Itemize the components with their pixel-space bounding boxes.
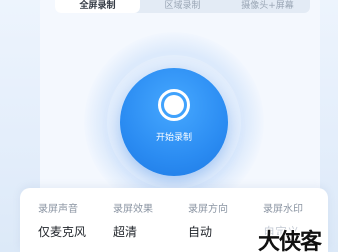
record-mode-tabs: 全屏录制 区域录制 摄像头+屏幕 bbox=[55, 0, 310, 13]
setting-orientation-value: 自动 bbox=[188, 225, 213, 239]
setting-watermark-label: 录屏水印 bbox=[263, 204, 303, 215]
setting-audio-label: 录屏声音 bbox=[38, 204, 78, 215]
watermark-logo: 大侠客 bbox=[258, 230, 322, 252]
start-record-label: 开始录制 bbox=[155, 133, 192, 143]
setting-audio-value: 仅麦克风 bbox=[38, 225, 87, 239]
setting-quality-value: 超清 bbox=[113, 225, 138, 239]
start-record-button[interactable]: 开始录制 bbox=[120, 68, 228, 176]
record-dot-icon bbox=[164, 95, 184, 115]
setting-orientation-label: 录屏方向 bbox=[188, 204, 228, 215]
setting-quality-label: 录屏效果 bbox=[113, 204, 153, 215]
tab-camera-screen[interactable]: 摄像头+屏幕 bbox=[225, 0, 310, 13]
record-icon bbox=[158, 89, 190, 121]
tab-fullscreen[interactable]: 全屏录制 bbox=[55, 0, 140, 13]
tab-region[interactable]: 区域录制 bbox=[140, 0, 225, 13]
